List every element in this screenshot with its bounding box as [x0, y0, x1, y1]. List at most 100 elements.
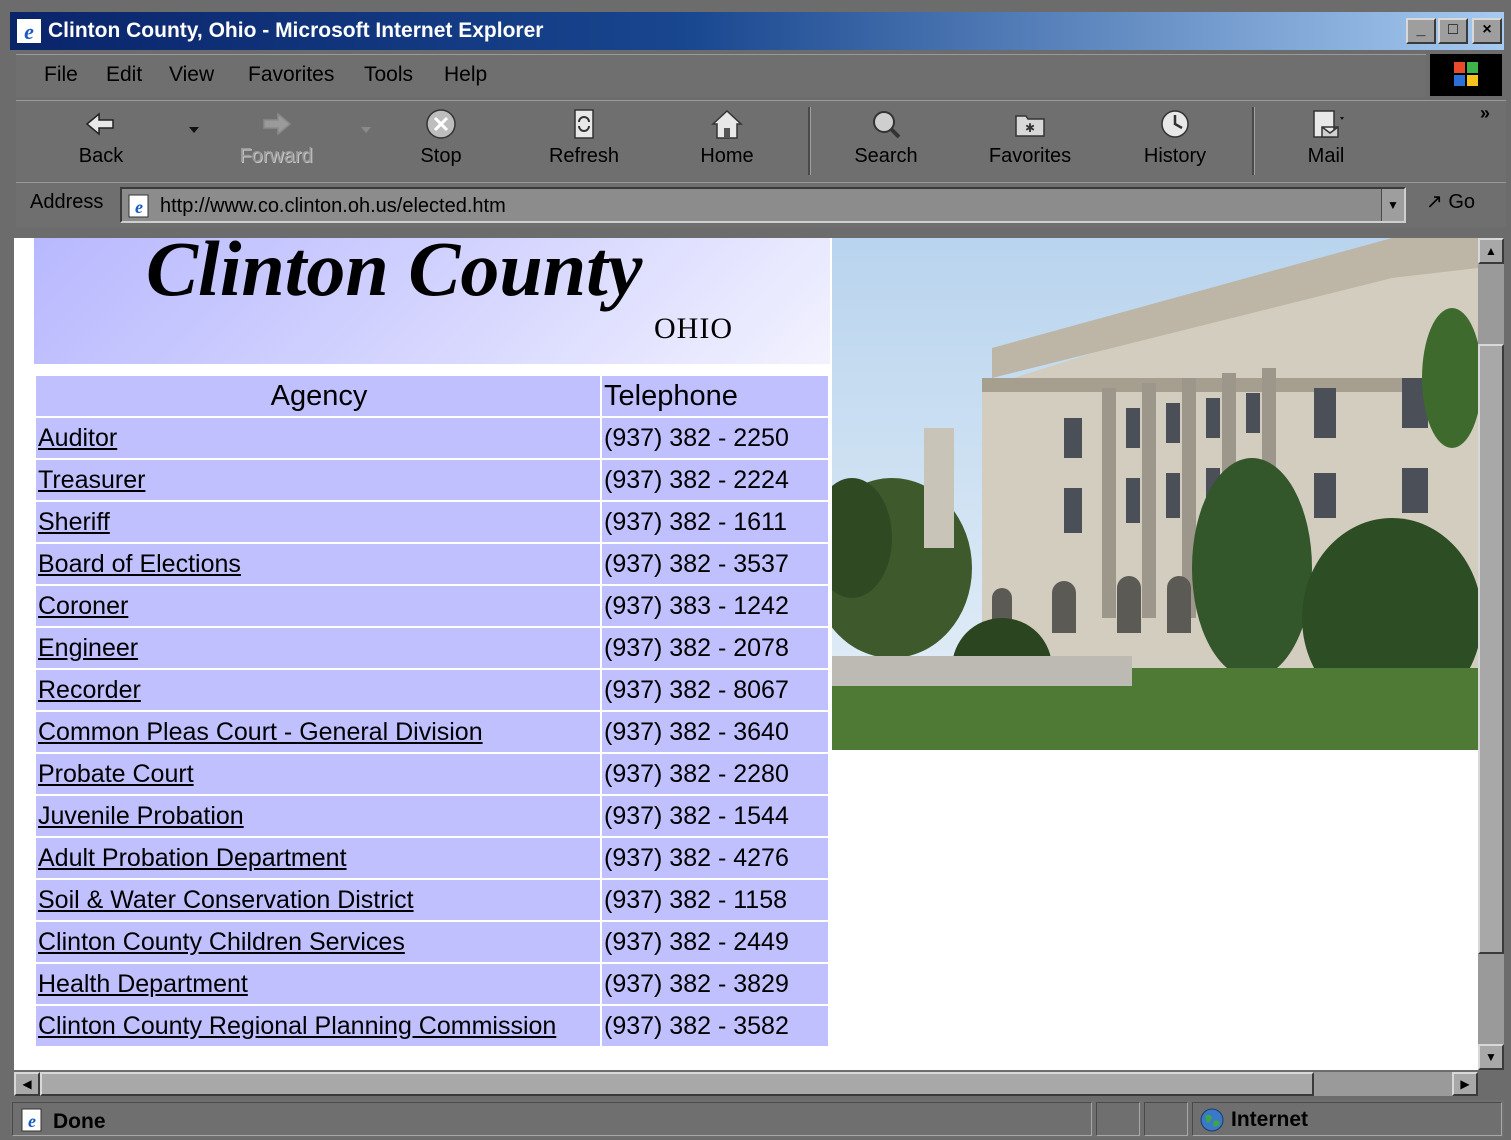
toolbar-separator [808, 107, 811, 175]
status-bar: e Done Internet [10, 1100, 1504, 1138]
agency-cell: Probate Court [34, 752, 602, 796]
agency-cell: Engineer [34, 626, 602, 670]
go-button[interactable]: ↗ Go [1426, 189, 1475, 214]
horizontal-scroll-thumb[interactable] [40, 1072, 1314, 1096]
agency-link[interactable]: Juvenile Probation [38, 802, 244, 830]
windows-flag-icon [1454, 62, 1478, 86]
menu-tools[interactable]: Tools [364, 63, 413, 87]
forward-button[interactable]: Forward [226, 101, 326, 181]
agency-link[interactable]: Engineer [38, 634, 138, 662]
browser-window: e Clinton County, Ohio - Microsoft Inter… [0, 0, 1511, 1140]
back-dropdown[interactable] [176, 101, 199, 181]
agency-link[interactable]: Adult Probation Department [38, 844, 347, 872]
address-dropdown-button[interactable]: ▼ [1381, 189, 1404, 221]
stop-icon [426, 109, 456, 139]
mail-button[interactable]: Mail [1286, 101, 1366, 181]
toolbar-overflow-chevron[interactable]: » [1480, 103, 1490, 124]
scroll-left-button[interactable]: ◀ [14, 1072, 40, 1096]
phone-cell: (937) 382 - 1611 [600, 500, 830, 544]
windows-logo [1430, 54, 1502, 96]
page-done-icon: e [21, 1108, 42, 1132]
phone-cell: (937) 382 - 3640 [600, 710, 830, 754]
home-button[interactable]: Home [682, 101, 772, 181]
agency-link[interactable]: Probate Court [38, 760, 194, 788]
telephone-column-header: Telephone [600, 374, 830, 418]
menu-file[interactable]: File [44, 63, 78, 87]
table-row: Recorder (937) 382 - 8067 [34, 668, 830, 712]
home-icon [711, 109, 743, 139]
banner-subtitle: OHIO [654, 312, 733, 345]
phone-cell: (937) 382 - 2078 [600, 626, 830, 670]
table-row: Treasurer (937) 382 - 2224 [34, 458, 830, 502]
agency-link[interactable]: Treasurer [38, 466, 145, 494]
table-row: Clinton County Children Services (937) 38… [34, 920, 830, 964]
back-button[interactable]: Back [56, 101, 146, 181]
status-progress-cell [1096, 1102, 1140, 1136]
agency-cell: Recorder [34, 668, 602, 712]
county-banner: Clinton County OHIO [34, 238, 830, 364]
back-arrow-icon [85, 112, 114, 136]
table-row: Auditor (937) 382 - 2250 [34, 416, 830, 460]
horizontal-scrollbar[interactable]: ◀ ▶ [14, 1072, 1478, 1096]
globe-icon [1200, 1108, 1224, 1132]
phone-cell: (937) 382 - 4276 [600, 836, 830, 880]
vertical-scrollbar[interactable]: ▲ ▼ [1478, 238, 1504, 1070]
agency-cell: Common Pleas Court - General Division [34, 710, 602, 754]
refresh-label: Refresh [548, 145, 620, 167]
agency-column-header: Agency [34, 374, 602, 418]
close-button[interactable]: × [1472, 18, 1502, 44]
agency-link[interactable]: Clinton County Regional Planning Commiss… [38, 1012, 556, 1040]
phone-cell: (937) 382 - 1158 [600, 878, 830, 922]
agency-link[interactable]: Recorder [38, 676, 141, 704]
menu-edit[interactable]: Edit [106, 63, 142, 87]
agency-link[interactable]: Clinton County Children Services [38, 928, 405, 956]
phone-cell: (937) 382 - 2280 [600, 752, 830, 796]
stop-button[interactable]: Stop [396, 101, 486, 181]
search-icon [873, 111, 901, 139]
refresh-button[interactable]: Refresh [536, 101, 632, 181]
ie-logo-icon: e [17, 19, 41, 44]
chevron-down-icon [189, 127, 199, 133]
phone-cell: (937) 383 - 1242 [600, 584, 830, 628]
minimize-button[interactable]: _ [1406, 18, 1436, 44]
history-button[interactable]: History [1128, 101, 1222, 181]
vertical-scroll-thumb[interactable] [1478, 344, 1504, 954]
go-arrow-icon: ↗ [1426, 191, 1443, 213]
table-row: Probate Court (937) 382 - 2280 [34, 752, 830, 796]
table-row: Common Pleas Court - General Division (93… [34, 710, 830, 754]
menu-favorites[interactable]: Favorites [248, 63, 334, 87]
home-label: Home [700, 145, 754, 167]
banner-title: Clinton County [146, 238, 643, 312]
favorites-button[interactable]: ✱ Favorites [978, 101, 1082, 181]
menu-view[interactable]: View [169, 63, 214, 87]
agency-link[interactable]: Sheriff [38, 508, 110, 536]
agency-link[interactable]: Auditor [38, 424, 117, 452]
agency-cell: Soil & Water Conservation District [34, 878, 602, 922]
table-row: Soil & Water Conservation District (937) … [34, 878, 830, 922]
stop-label: Stop [420, 145, 462, 167]
standard-toolbar: Back Forward Stop Refresh Home Search ✱ … [16, 100, 1506, 181]
zone-text: Internet [1231, 1108, 1309, 1131]
status-text: Done [53, 1110, 106, 1133]
favorites-label: Favorites [988, 145, 1072, 167]
agency-link[interactable]: Coroner [38, 592, 128, 620]
scroll-up-button[interactable]: ▲ [1478, 238, 1504, 264]
agency-link[interactable]: Health Department [38, 970, 248, 998]
scroll-right-button[interactable]: ▶ [1452, 1072, 1478, 1096]
window-title: Clinton County, Ohio - Microsoft Interne… [48, 19, 544, 42]
menu-help[interactable]: Help [444, 63, 487, 87]
table-row: Adult Probation Department (937) 382 - 42… [34, 836, 830, 880]
scroll-down-button[interactable]: ▼ [1478, 1044, 1504, 1070]
address-input[interactable]: e http://www.co.clinton.oh.us/elected.ht… [120, 187, 1406, 223]
search-label: Search [854, 145, 918, 167]
search-button[interactable]: Search [838, 101, 934, 181]
agency-link[interactable]: Board of Elections [38, 550, 241, 578]
forward-dropdown[interactable] [348, 101, 371, 181]
maximize-button[interactable]: □ [1438, 18, 1468, 44]
agency-cell: Board of Elections [34, 542, 602, 586]
title-bar: e Clinton County, Ohio - Microsoft Inter… [10, 12, 1504, 50]
phone-cell: (937) 382 - 2449 [600, 920, 830, 964]
agency-link[interactable]: Soil & Water Conservation District [38, 886, 414, 914]
history-icon [1161, 110, 1189, 138]
agency-link[interactable]: Common Pleas Court - General Division [38, 718, 483, 746]
